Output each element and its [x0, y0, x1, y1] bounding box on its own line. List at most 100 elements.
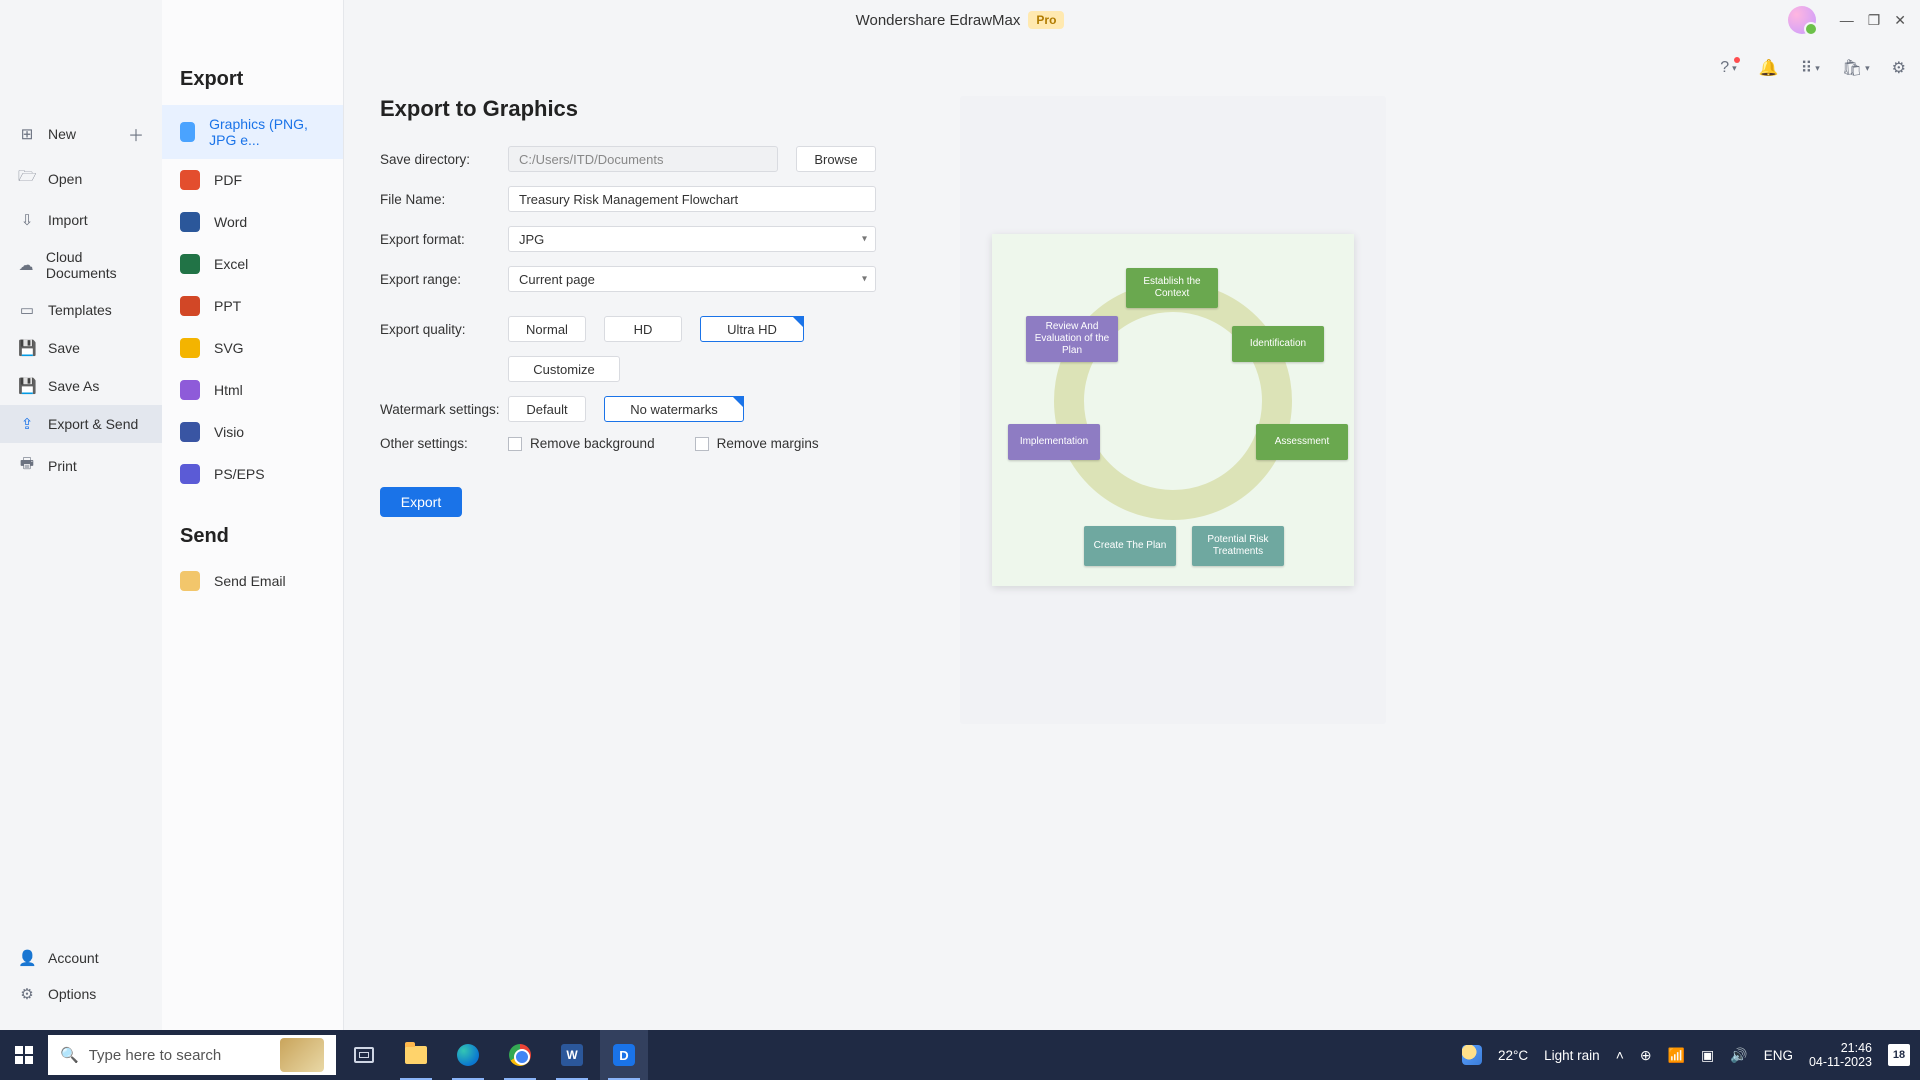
save-directory-label: Save directory:	[380, 152, 508, 167]
quality-ultra-hd[interactable]: Ultra HD	[700, 316, 804, 342]
watermark-none[interactable]: No watermarks	[604, 396, 744, 422]
save-as-icon: 💾	[18, 377, 36, 395]
preview-canvas: Establish the Context Identification Ass…	[992, 234, 1354, 586]
apps-icon[interactable]: ⠿▾	[1801, 58, 1820, 78]
send-email[interactable]: Send Email	[162, 560, 343, 602]
send-heading: Send	[162, 495, 343, 560]
taskbar-search[interactable]: 🔍 Type here to search	[48, 1035, 336, 1075]
flow-node: Identification	[1232, 326, 1324, 362]
header-icon-row: ?▾ 🔔 ⠿▾ 🛍▾ ⚙	[1720, 58, 1906, 78]
export-format-select[interactable]: JPG▾	[508, 226, 876, 252]
menu-open[interactable]: 🗁Open	[0, 156, 162, 201]
quality-hd[interactable]: HD	[604, 316, 682, 342]
html-icon	[180, 380, 200, 400]
add-icon[interactable]: ＋	[128, 122, 144, 146]
visio-icon	[180, 422, 200, 442]
task-view-button[interactable]	[340, 1030, 388, 1080]
browse-button[interactable]: Browse	[796, 146, 876, 172]
volume-icon[interactable]: 🔊	[1730, 1047, 1747, 1064]
format-html[interactable]: Html	[162, 369, 343, 411]
menu-cloud[interactable]: ☁Cloud Documents	[0, 239, 162, 291]
minimize-button[interactable]: —	[1840, 12, 1854, 28]
maximize-button[interactable]: ❐	[1868, 12, 1881, 29]
flow-node: Establish the Context	[1126, 268, 1218, 308]
weather-temp[interactable]: 22°C	[1498, 1048, 1528, 1063]
menu-save-as[interactable]: 💾Save As	[0, 367, 162, 405]
preview-panel: Establish the Context Identification Ass…	[960, 96, 1386, 724]
watermark-default[interactable]: Default	[508, 396, 586, 422]
app-title: Wondershare EdrawMax	[856, 12, 1021, 29]
search-placeholder: Type here to search	[89, 1047, 222, 1064]
edrawmax-button[interactable]: D	[600, 1030, 648, 1080]
customize-button[interactable]: Customize	[508, 356, 620, 382]
format-svg[interactable]: SVG	[162, 327, 343, 369]
tray-overflow-icon[interactable]: ˄	[1616, 1047, 1624, 1063]
edge-button[interactable]	[444, 1030, 492, 1080]
weather-icon	[1462, 1045, 1482, 1065]
start-button[interactable]	[0, 1030, 48, 1080]
flow-node: Assessment	[1256, 424, 1348, 460]
word-button[interactable]: W	[548, 1030, 596, 1080]
export-icon: ⇪	[18, 415, 36, 433]
menu-account[interactable]: 👤Account	[0, 940, 162, 976]
menu-export-send[interactable]: ⇪Export & Send	[0, 405, 162, 443]
chevron-down-icon: ▾	[862, 234, 867, 245]
format-ppt[interactable]: PPT	[162, 285, 343, 327]
cast-icon[interactable]: ▣	[1701, 1047, 1714, 1064]
close-button[interactable]: ✕	[1894, 12, 1906, 29]
export-heading: Export	[162, 68, 343, 105]
import-icon: ⇩	[18, 211, 36, 229]
excel-icon	[180, 254, 200, 274]
other-settings-label: Other settings:	[380, 436, 508, 451]
export-button[interactable]: Export	[380, 487, 462, 517]
folder-icon: 🗁	[18, 166, 36, 191]
folder-icon	[405, 1046, 427, 1064]
main-panel: Export to Graphics Save directory: Brows…	[380, 96, 1890, 1020]
format-excel[interactable]: Excel	[162, 243, 343, 285]
flow-node: Create The Plan	[1084, 526, 1176, 566]
format-visio[interactable]: Visio	[162, 411, 343, 453]
svg-icon	[180, 338, 200, 358]
search-icon: 🔍	[60, 1046, 79, 1064]
account-icon: 👤	[18, 949, 36, 967]
format-pdf[interactable]: PDF	[162, 159, 343, 201]
file-explorer-button[interactable]	[392, 1030, 440, 1080]
settings-icon[interactable]: ⚙	[1892, 58, 1906, 78]
remove-margins-checkbox[interactable]: Remove margins	[695, 436, 819, 451]
notification-center[interactable]: 18	[1888, 1044, 1910, 1066]
file-name-input[interactable]	[508, 186, 876, 212]
format-ps-eps[interactable]: PS/EPS	[162, 453, 343, 495]
save-icon: 💾	[18, 339, 36, 357]
remove-background-checkbox[interactable]: Remove background	[508, 436, 655, 451]
help-icon[interactable]: ?▾	[1720, 59, 1736, 77]
menu-new[interactable]: ⊞New＋	[0, 112, 162, 156]
export-range-select[interactable]: Current page▾	[508, 266, 876, 292]
wifi-icon[interactable]: 📶	[1668, 1047, 1685, 1064]
edraw-icon: D	[613, 1044, 635, 1066]
language-indicator[interactable]: ENG	[1764, 1048, 1793, 1063]
quality-normal[interactable]: Normal	[508, 316, 586, 342]
format-word[interactable]: Word	[162, 201, 343, 243]
clock[interactable]: 21:46 04-11-2023	[1809, 1041, 1872, 1070]
user-avatar[interactable]	[1788, 6, 1816, 34]
menu-import[interactable]: ⇩Import	[0, 201, 162, 239]
cloud-icon: ☁	[18, 256, 34, 274]
weather-text[interactable]: Light rain	[1544, 1048, 1600, 1063]
chrome-button[interactable]	[496, 1030, 544, 1080]
edge-icon	[457, 1044, 479, 1066]
meet-now-icon[interactable]: ⊕	[1640, 1047, 1652, 1064]
chrome-icon	[509, 1044, 531, 1066]
menu-options[interactable]: ⚙Options	[0, 976, 162, 1012]
menu-save[interactable]: 💾Save	[0, 329, 162, 367]
bell-icon[interactable]: 🔔	[1759, 58, 1779, 78]
taskbar: 🔍 Type here to search W D 22°C Light rai…	[0, 1030, 1920, 1080]
save-directory-input[interactable]	[508, 146, 778, 172]
menu-templates[interactable]: ▭Templates	[0, 291, 162, 329]
export-quality-label: Export quality:	[380, 322, 508, 337]
menu-print[interactable]: 🖶Print	[0, 443, 162, 488]
shop-icon[interactable]: 🛍▾	[1842, 58, 1870, 78]
format-graphics[interactable]: Graphics (PNG, JPG e...	[162, 105, 343, 159]
flow-node: Potential Risk Treatments	[1192, 526, 1284, 566]
file-menu: ⊞New＋ 🗁Open ⇩Import ☁Cloud Documents ▭Te…	[0, 0, 162, 1030]
pro-badge: Pro	[1028, 11, 1064, 29]
